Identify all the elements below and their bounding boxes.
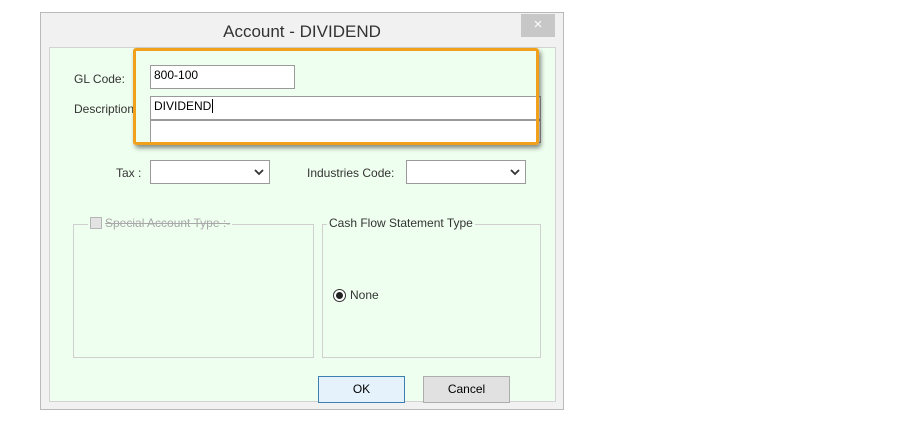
special-account-legend[interactable]: Special Account Type :- [88,216,233,230]
close-button[interactable]: × [521,14,555,37]
cash-flow-none-radio[interactable] [333,289,346,302]
special-account-label: Special Account Type :- [105,216,231,230]
tax-label: Tax : [116,166,142,180]
radio-selected-dot [336,292,343,299]
industries-code-label: Industries Code: [307,166,395,180]
cash-flow-legend: Cash Flow Statement Type [327,216,475,230]
special-account-group [73,224,314,358]
gl-code-label: GL Code: [74,72,125,86]
chevron-down-icon [253,162,265,185]
dialog-title: Account - DIVIDEND [223,22,381,41]
chevron-down-icon [509,162,521,185]
description-label: Description: [74,102,136,116]
ok-button[interactable]: OK [318,376,405,403]
title-bar[interactable]: Account - DIVIDEND × [41,13,563,49]
cash-flow-none-label[interactable]: None [350,288,379,302]
cancel-button[interactable]: Cancel [423,376,510,403]
highlight-box [133,48,539,145]
industries-code-dropdown[interactable] [406,160,526,184]
tax-dropdown[interactable] [150,160,270,184]
special-account-checkbox[interactable] [90,217,102,229]
close-icon: × [533,16,543,33]
